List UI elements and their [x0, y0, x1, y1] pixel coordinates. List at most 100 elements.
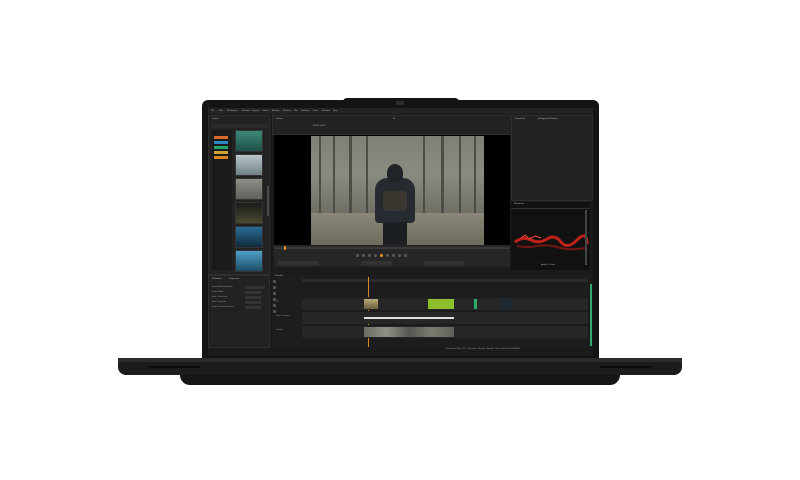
render-options[interactable]: [424, 261, 464, 265]
menu-mix[interactable]: Mix: [294, 109, 297, 113]
tool-options[interactable]: [362, 261, 392, 265]
person-head: [387, 164, 403, 182]
playhead[interactable]: [284, 246, 286, 250]
viewer-title[interactable]: Viewer: [276, 118, 283, 121]
menu-workspace[interactable]: Workspace: [227, 109, 238, 113]
video-frame: [311, 136, 484, 245]
waveform-graph: [511, 208, 590, 265]
video-clip[interactable]: [364, 299, 378, 309]
bin-yellow[interactable]: [214, 151, 228, 154]
inspector-row-value[interactable]: [245, 286, 265, 289]
laptop-base-edge: [118, 358, 682, 362]
slip-tool-icon[interactable]: [273, 298, 276, 301]
inspector-row-value[interactable]: [245, 306, 261, 309]
scrollbar[interactable]: [267, 186, 269, 216]
viewer-options[interactable]: [278, 261, 318, 265]
menu-bar: File Edit Workspace Window Graphs Tracks…: [208, 108, 593, 114]
play-reverse-icon[interactable]: [368, 254, 371, 257]
clip-thumbnail[interactable]: [235, 154, 263, 176]
clip-thumbnail[interactable]: [235, 130, 263, 152]
skip-back-icon[interactable]: [356, 254, 359, 257]
menu-file[interactable]: File: [211, 109, 214, 113]
menu-editing[interactable]: Editing: [272, 109, 279, 113]
bin-blue[interactable]: [214, 141, 228, 144]
project-panel-title[interactable]: Project: [212, 118, 219, 121]
viewer-toolbar: Viewer Fit 00:00:13:05: [272, 115, 512, 135]
inspector-row-value[interactable]: [245, 301, 261, 304]
clip-thumbnail[interactable]: [235, 202, 263, 224]
stop-icon[interactable]: [374, 254, 377, 257]
track-label: Text Overlays: [276, 315, 290, 317]
track-text-overlays: Text Overlays: [276, 311, 588, 324]
menu-window[interactable]: Window: [242, 109, 250, 113]
video-clip[interactable]: [364, 327, 454, 337]
tab-inspector-properties[interactable]: Properties: [229, 278, 239, 281]
backpack: [383, 191, 407, 211]
inspector-row-value[interactable]: [245, 291, 261, 294]
bin-list: [212, 130, 232, 270]
bin-orange[interactable]: [214, 136, 228, 139]
step-back-icon[interactable]: [362, 254, 365, 257]
blade-tool-icon[interactable]: [273, 286, 276, 289]
timeline-panel: Timeline V1 Text Overlays Visuals: [272, 275, 588, 348]
tree: [474, 136, 476, 216]
trim-tool-icon[interactable]: [273, 292, 276, 295]
person-legs: [383, 222, 407, 245]
text-clip[interactable]: [364, 317, 454, 319]
laptop-base-underside: [180, 375, 620, 385]
menu-markers[interactable]: Markers: [283, 109, 291, 113]
inspector-panel: Metadata Properties Sound Normalization …: [208, 275, 270, 348]
video-clip[interactable]: [502, 299, 512, 309]
tab-background-masters[interactable]: Background Masters: [538, 118, 558, 121]
zoom-tool-icon[interactable]: [273, 310, 276, 313]
inspector-row-label: Frame Rate: [212, 291, 224, 293]
properties-panel: Properties Background Masters: [511, 115, 593, 201]
step-forward-icon[interactable]: [386, 254, 389, 257]
menu-help[interactable]: Help: [333, 109, 338, 113]
menu-tracks[interactable]: Tracks: [262, 109, 268, 113]
scrub-bar[interactable]: [274, 246, 510, 250]
speaker-grille-right: [600, 366, 652, 368]
tree: [366, 136, 368, 216]
play-icon[interactable]: [380, 254, 383, 257]
tree: [441, 136, 444, 216]
webcam-icon: [396, 101, 404, 105]
bin-green[interactable]: [214, 146, 228, 149]
hand-tool-icon[interactable]: [273, 304, 276, 307]
skip-forward-icon[interactable]: [392, 254, 395, 257]
menu-window-2[interactable]: Window: [322, 109, 330, 113]
tree: [349, 136, 352, 216]
scope-note: Audio S. Scale: [541, 264, 556, 266]
tree: [423, 136, 425, 216]
waveform-scope: Waveform Audio S. Scale: [511, 202, 590, 270]
tree: [333, 136, 335, 216]
menu-view[interactable]: View: [313, 109, 318, 113]
video-clip[interactable]: [428, 299, 454, 309]
viewer-timecode: 00:00:13:05: [313, 125, 326, 127]
marker-icon[interactable]: [404, 254, 407, 257]
loop-icon[interactable]: [398, 254, 401, 257]
transport-controls: [274, 245, 510, 267]
tab-metadata[interactable]: Metadata: [212, 278, 221, 281]
track-visuals: Visuals: [276, 325, 588, 338]
clip-thumbnail[interactable]: [235, 226, 263, 248]
menu-graphs[interactable]: Graphs: [252, 109, 259, 113]
audio-meter: [590, 284, 592, 346]
tab-properties[interactable]: Properties: [515, 118, 525, 121]
tree: [319, 136, 321, 216]
inspector-row-value[interactable]: [245, 296, 261, 299]
clip-thumbnail[interactable]: [235, 178, 263, 200]
video-clip[interactable]: [474, 299, 477, 309]
timeline-ruler[interactable]: [302, 279, 588, 282]
menu-edit[interactable]: Edit: [219, 109, 223, 113]
laptop: File Edit Workspace Window Graphs Tracks…: [0, 0, 800, 480]
inspector-row-label: Total Timeline Frames: [212, 306, 234, 308]
menu-tracking[interactable]: Tracking: [301, 109, 309, 113]
project-search-bar[interactable]: [212, 124, 268, 128]
tree: [459, 136, 461, 216]
inspector-row-label: Start Timecode: [212, 296, 228, 298]
zoom-select[interactable]: Fit: [393, 118, 395, 121]
select-tool-icon[interactable]: [273, 280, 276, 283]
clip-thumbnail[interactable]: [235, 250, 263, 272]
bin-orange-2[interactable]: [214, 156, 228, 159]
